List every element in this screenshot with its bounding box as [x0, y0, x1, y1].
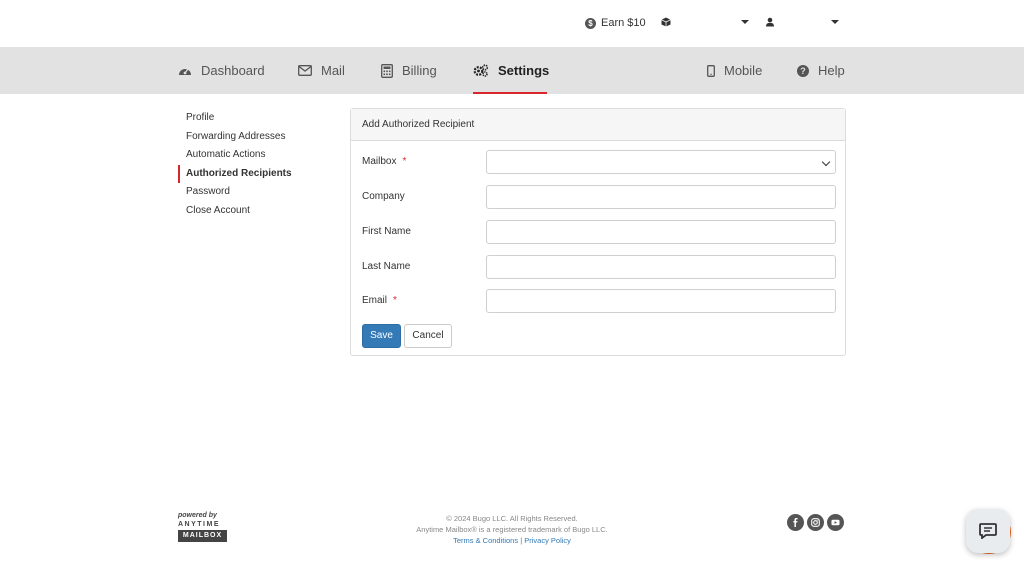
nav-item-mobile[interactable]: Mobile: [707, 47, 762, 94]
nav-label: Mail: [321, 63, 345, 78]
account-dropdown[interactable]: [661, 17, 749, 27]
calculator-icon: [381, 63, 393, 78]
dollar-circle-icon: $: [585, 17, 596, 29]
email-input[interactable]: [486, 289, 836, 313]
powered-by-logo: powered by ANYTIME MAILBOX: [178, 512, 234, 542]
sidebar-item-authorized-recipients[interactable]: Authorized Recipients: [178, 164, 338, 183]
facebook-icon[interactable]: [787, 514, 804, 531]
box-icon: [661, 17, 671, 27]
form-row-email: Email *: [362, 289, 836, 313]
nav-label: Billing: [402, 63, 437, 78]
trademark-text: Anytime Mailbox® is a registered tradema…: [416, 525, 608, 534]
field-label: Company: [362, 191, 405, 202]
dashboard-icon: [178, 65, 192, 77]
field-label: Email *: [362, 295, 397, 306]
chevron-down-icon: [821, 157, 831, 167]
help-icon: ?: [797, 64, 809, 77]
powered-by-text: powered by: [178, 512, 217, 519]
envelope-icon: [298, 65, 312, 76]
user-dropdown[interactable]: [765, 17, 839, 27]
top-bar: $ Earn $10: [0, 0, 1024, 47]
youtube-icon[interactable]: [827, 514, 844, 531]
earn-label: Earn $10: [601, 17, 646, 29]
brand-top-text: ANYTIME: [178, 521, 220, 528]
copyright-text: © 2024 Bugo LLC. All Rights Reserved.: [446, 514, 578, 523]
brand-bottom-text: MAILBOX: [178, 530, 227, 542]
terms-link[interactable]: Terms & Conditions: [453, 536, 518, 545]
earn-link[interactable]: $ Earn $10: [585, 17, 646, 29]
company-input[interactable]: [486, 185, 836, 209]
chat-icon[interactable]: [966, 509, 1010, 553]
nav-item-settings[interactable]: Settings: [473, 47, 550, 94]
settings-sidebar: Profile Forwarding Addresses Automatic A…: [178, 109, 338, 220]
save-button[interactable]: Save: [362, 324, 401, 348]
first-name-input[interactable]: [486, 220, 836, 244]
form-row-first-name: First Name: [362, 220, 836, 244]
footer-copyright: © 2024 Bugo LLC. All Rights Reserved. An…: [380, 513, 644, 546]
required-marker: *: [402, 156, 407, 167]
sidebar-item-forwarding-addresses[interactable]: Forwarding Addresses: [178, 128, 338, 147]
instagram-icon[interactable]: [807, 514, 824, 531]
nav-label: Settings: [498, 63, 550, 78]
nav-item-billing[interactable]: Billing: [381, 47, 437, 94]
form-row-last-name: Last Name: [362, 255, 836, 279]
last-name-input[interactable]: [486, 255, 836, 279]
privacy-link[interactable]: Privacy Policy: [524, 536, 571, 545]
sidebar-item-close-account[interactable]: Close Account: [178, 202, 338, 221]
nav-label: Mobile: [724, 63, 763, 78]
cancel-button[interactable]: Cancel: [404, 324, 452, 348]
sidebar-item-automatic-actions[interactable]: Automatic Actions: [178, 146, 338, 165]
form-row-company: Company: [362, 185, 836, 209]
form-row-mailbox: Mailbox *: [362, 150, 836, 174]
sidebar-item-profile[interactable]: Profile: [178, 109, 338, 128]
chevron-down-icon: [831, 20, 839, 24]
nav-item-help[interactable]: ? Help: [797, 47, 845, 94]
nav-label: Dashboard: [201, 63, 265, 78]
user-icon: [766, 17, 774, 27]
footer-separator: |: [520, 536, 523, 545]
field-label: Mailbox *: [362, 156, 407, 167]
nav-label: Help: [818, 63, 845, 78]
mobile-icon: [707, 64, 715, 77]
gears-icon: [473, 64, 489, 77]
add-recipient-panel: Add Authorized Recipient Mailbox * Compan…: [350, 108, 846, 356]
main-nav: Dashboard Mail Billing Settings Mobile ?…: [0, 47, 1024, 94]
required-marker: *: [393, 295, 397, 306]
nav-item-dashboard[interactable]: Dashboard: [178, 47, 265, 94]
sidebar-item-password[interactable]: Password: [178, 183, 338, 202]
svg-text:?: ?: [800, 66, 806, 76]
field-label: Last Name: [362, 261, 411, 272]
chevron-down-icon: [741, 20, 749, 24]
nav-item-mail[interactable]: Mail: [298, 47, 345, 94]
mailbox-select[interactable]: [486, 150, 836, 174]
panel-title: Add Authorized Recipient: [351, 109, 845, 141]
field-label: First Name: [362, 226, 411, 237]
